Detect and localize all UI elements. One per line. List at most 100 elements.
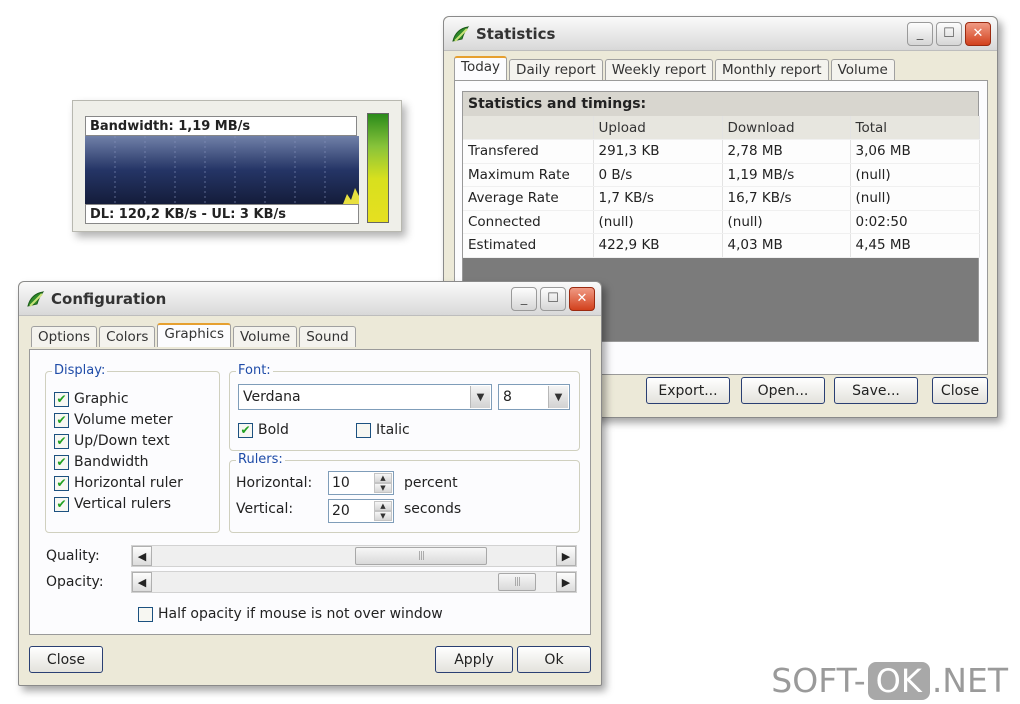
- checkbox-bold[interactable]: ✔ Bold: [238, 422, 289, 438]
- column-header: Upload: [593, 116, 723, 140]
- checkbox-half-opacity[interactable]: Half opacity if mouse is not over window: [138, 606, 443, 622]
- checkbox-graphic[interactable]: ✔ Graphic: [54, 391, 129, 407]
- horizontal-ruler-spinner[interactable]: 10 ▲ ▼: [328, 471, 394, 495]
- section-header: Statistics and timings:: [463, 92, 978, 116]
- font-size-select[interactable]: 8 ▼: [498, 384, 570, 410]
- checkmark-icon: ✔: [54, 496, 69, 512]
- chevron-down-icon[interactable]: ▼: [548, 386, 568, 408]
- font-group: Font: Verdana ▼ 8 ▼ ✔ Bold Italic: [229, 363, 580, 451]
- close-button[interactable]: Close: [29, 646, 103, 673]
- quality-slider[interactable]: ◀ ||| ▶: [131, 545, 577, 567]
- table-row: Maximum Rate 0 B/s 1,19 MB/s (null): [463, 163, 980, 187]
- opacity-slider-thumb[interactable]: |||: [497, 573, 536, 591]
- tab-volume[interactable]: Volume: [233, 326, 298, 347]
- dl-ul-text: DL: 120,2 KB/s - UL: 3 KB/s: [85, 204, 359, 224]
- close-window-button[interactable]: ✕: [965, 21, 991, 46]
- cell-upload: 291,3 KB: [593, 139, 723, 164]
- configuration-tabs: Options Colors Graphics Volume Sound: [31, 323, 358, 347]
- chevron-left-icon[interactable]: ◀: [132, 572, 152, 592]
- window-title: Configuration: [51, 289, 167, 308]
- open-button[interactable]: Open...: [741, 377, 825, 404]
- checkmark-icon: ✔: [54, 412, 69, 428]
- checkbox-volume-meter[interactable]: ✔ Volume meter: [54, 412, 173, 428]
- chevron-right-icon[interactable]: ▶: [556, 572, 576, 592]
- spin-down-icon[interactable]: ▼: [374, 483, 392, 493]
- cell-download: 2,78 MB: [722, 139, 851, 164]
- vertical-unit: seconds: [404, 501, 462, 517]
- checkmark-icon: ✔: [238, 422, 253, 438]
- quality-slider-thumb[interactable]: |||: [355, 547, 487, 565]
- tab-volume[interactable]: Volume: [830, 59, 895, 80]
- cell-upload: 0 B/s: [593, 163, 723, 187]
- cell-download: 1,19 MB/s: [722, 163, 851, 187]
- cell-upload: 422,9 KB: [593, 233, 723, 258]
- cell-download: (null): [722, 210, 851, 234]
- tab-colors[interactable]: Colors: [99, 326, 156, 347]
- table-header-row: Upload Download Total: [463, 116, 980, 140]
- row-label: Maximum Rate: [463, 163, 594, 187]
- table-row: Estimated 422,9 KB 4,03 MB 4,45 MB: [463, 233, 980, 258]
- quality-label: Quality:: [46, 548, 100, 564]
- bandwidth-graph: [85, 136, 359, 204]
- save-button[interactable]: Save...: [834, 377, 918, 404]
- column-header: Download: [722, 116, 851, 140]
- tab-daily-report[interactable]: Daily report: [509, 59, 603, 80]
- statistics-tabs: Today Daily report Weekly report Monthly…: [454, 56, 897, 80]
- checkbox-bandwidth[interactable]: ✔ Bandwidth: [54, 454, 149, 470]
- cell-upload: (null): [593, 210, 723, 234]
- checkbox-empty-icon: [356, 422, 371, 438]
- row-label: Connected: [463, 210, 594, 234]
- checkbox-vertical-rulers[interactable]: ✔ Vertical rulers: [54, 496, 171, 512]
- maximize-button[interactable]: ☐: [936, 21, 962, 46]
- tab-options[interactable]: Options: [31, 326, 98, 347]
- maximize-button[interactable]: ☐: [540, 286, 566, 311]
- rulers-group-label: Rulers:: [236, 452, 285, 467]
- vertical-ruler-spinner[interactable]: 20 ▲ ▼: [328, 499, 394, 523]
- chevron-left-icon[interactable]: ◀: [132, 546, 152, 566]
- cell-total: 3,06 MB: [850, 139, 980, 164]
- vertical-label: Vertical:: [236, 501, 294, 517]
- tab-monthly-report[interactable]: Monthly report: [714, 59, 829, 80]
- spin-up-icon[interactable]: ▲: [374, 473, 392, 483]
- cell-upload: 1,7 KB/s: [593, 186, 723, 211]
- tab-sound[interactable]: Sound: [299, 326, 356, 347]
- font-name-select[interactable]: Verdana ▼: [238, 384, 492, 410]
- rulers-group: Rulers: Horizontal: 10 ▲ ▼ percent Vertic…: [229, 452, 580, 533]
- bandwidth-meter-widget: Bandwidth: 1,19 MB/s DL: 120,2 KB/s - UL…: [72, 100, 402, 232]
- display-group-label: Display:: [52, 363, 108, 378]
- row-label: Transfered: [463, 139, 594, 164]
- close-button[interactable]: Close: [932, 377, 988, 404]
- opacity-slider[interactable]: ◀ ||| ▶: [131, 571, 577, 593]
- chevron-right-icon[interactable]: ▶: [556, 546, 576, 566]
- cell-download: 4,03 MB: [722, 233, 851, 258]
- close-window-button[interactable]: ✕: [569, 286, 595, 311]
- configuration-titlebar[interactable]: Configuration _ ☐ ✕: [19, 282, 601, 316]
- cell-total: 0:02:50: [850, 210, 980, 234]
- tab-graphics[interactable]: Graphics: [157, 323, 231, 347]
- tab-today[interactable]: Today: [454, 56, 508, 80]
- row-label: Estimated: [463, 233, 594, 258]
- ok-button[interactable]: Ok: [517, 646, 591, 673]
- spin-down-icon[interactable]: ▼: [374, 511, 392, 521]
- table-row: Connected (null) (null) 0:02:50: [463, 210, 980, 234]
- app-logo-icon: [452, 25, 470, 42]
- window-title: Statistics: [476, 24, 556, 43]
- checkbox-horizontal-ruler[interactable]: ✔ Horizontal ruler: [54, 475, 183, 491]
- export-button[interactable]: Export...: [646, 377, 730, 404]
- minimize-button[interactable]: _: [907, 21, 933, 46]
- display-group: Display: ✔ Graphic ✔ Volume meter ✔ Up/Down…: [45, 363, 220, 533]
- minimize-button[interactable]: _: [511, 286, 537, 311]
- spin-up-icon[interactable]: ▲: [374, 501, 392, 511]
- tab-weekly-report[interactable]: Weekly report: [604, 59, 713, 80]
- checkmark-icon: ✔: [54, 475, 69, 491]
- checkbox-up-down-text[interactable]: ✔ Up/Down text: [54, 433, 170, 449]
- configuration-window: Configuration _ ☐ ✕ Options Colors Graph…: [18, 281, 602, 686]
- cell-total: (null): [850, 186, 980, 211]
- font-group-label: Font:: [236, 363, 273, 378]
- statistics-titlebar[interactable]: Statistics _ ☐ ✕: [444, 17, 997, 51]
- checkbox-italic[interactable]: Italic: [356, 422, 410, 438]
- chevron-down-icon[interactable]: ▼: [470, 386, 490, 408]
- table-row: Transfered 291,3 KB 2,78 MB 3,06 MB: [463, 139, 980, 164]
- apply-button[interactable]: Apply: [435, 646, 513, 673]
- column-header: [463, 116, 594, 140]
